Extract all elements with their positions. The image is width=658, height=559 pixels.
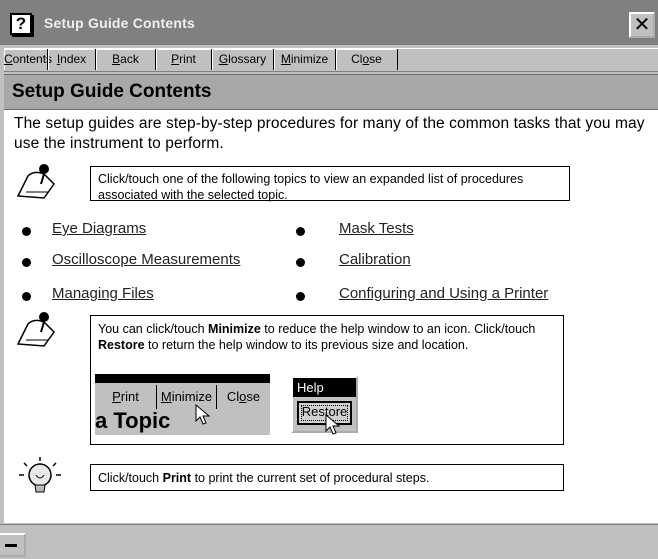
bullet-icon: [22, 227, 31, 236]
bullet-icon: [296, 292, 305, 301]
illustration-help-title: Help: [293, 378, 356, 397]
bullet-icon: [296, 227, 305, 236]
link-calibration[interactable]: Calibration: [339, 251, 411, 268]
status-bar: [0, 524, 658, 559]
pushpin-note-icon: [16, 312, 55, 347]
minimized-window-button[interactable]: [0, 533, 26, 557]
help-window: ? Setup Guide Contents ✕ Contents Index …: [0, 0, 658, 559]
link-managing-files[interactable]: Managing Files: [52, 285, 154, 302]
bullet-icon: [22, 258, 31, 267]
help-question-icon: ?: [10, 13, 32, 35]
minimize-restore-note: You can click/touch Minimize to reduce t…: [90, 315, 564, 445]
link-eye-diagrams[interactable]: Eye Diagrams: [52, 220, 146, 237]
title-bar[interactable]: ? Setup Guide Contents ✕: [0, 0, 658, 45]
window-title: Setup Guide Contents: [44, 15, 195, 31]
arrow-cursor-icon: [195, 404, 211, 425]
glossary-button[interactable]: Glossary: [212, 49, 274, 70]
illustration-fragment: a Topic: [95, 408, 171, 433]
link-oscilloscope-measurements[interactable]: Oscilloscope Measurements: [52, 251, 240, 268]
bullet-icon: [22, 292, 31, 301]
help-button-bar: Contents Index Back Print Glossary Minim…: [4, 48, 658, 72]
pushpin-note-icon: [16, 164, 55, 199]
print-button[interactable]: Print: [156, 49, 212, 70]
lightbulb-tip-icon: [19, 457, 61, 493]
help-content: The setup guides are step-by-step proced…: [4, 110, 658, 523]
topics-note: Click/touch one of the following topics …: [90, 166, 570, 202]
close-window-button[interactable]: ✕: [629, 12, 655, 38]
intro-text: The setup guides are step-by-step proced…: [14, 115, 645, 152]
contents-button[interactable]: Contents: [4, 49, 52, 70]
link-configuring-printer[interactable]: Configuring and Using a Printer: [339, 285, 548, 302]
minimize-illustration: Print Minimize Close a Topic: [95, 374, 270, 435]
heading-band: Setup Guide Contents: [4, 74, 658, 110]
close-button[interactable]: Close: [336, 49, 398, 70]
page-title: Setup Guide Contents: [12, 81, 212, 102]
back-button[interactable]: Back: [96, 49, 156, 70]
illustration-close-button: Close: [226, 389, 261, 404]
print-tip-note: Click/touch Print to print the current s…: [90, 464, 564, 491]
minimize-button[interactable]: Minimize: [274, 49, 336, 70]
illustration-help-window: Help Restore: [291, 376, 358, 435]
arrow-cursor-icon: [325, 414, 341, 435]
minimize-icon: [5, 544, 17, 547]
index-button[interactable]: Index: [48, 49, 96, 70]
illustration-print-button: Print: [95, 385, 157, 409]
link-mask-tests[interactable]: Mask Tests: [339, 220, 414, 237]
bullet-icon: [296, 258, 305, 267]
